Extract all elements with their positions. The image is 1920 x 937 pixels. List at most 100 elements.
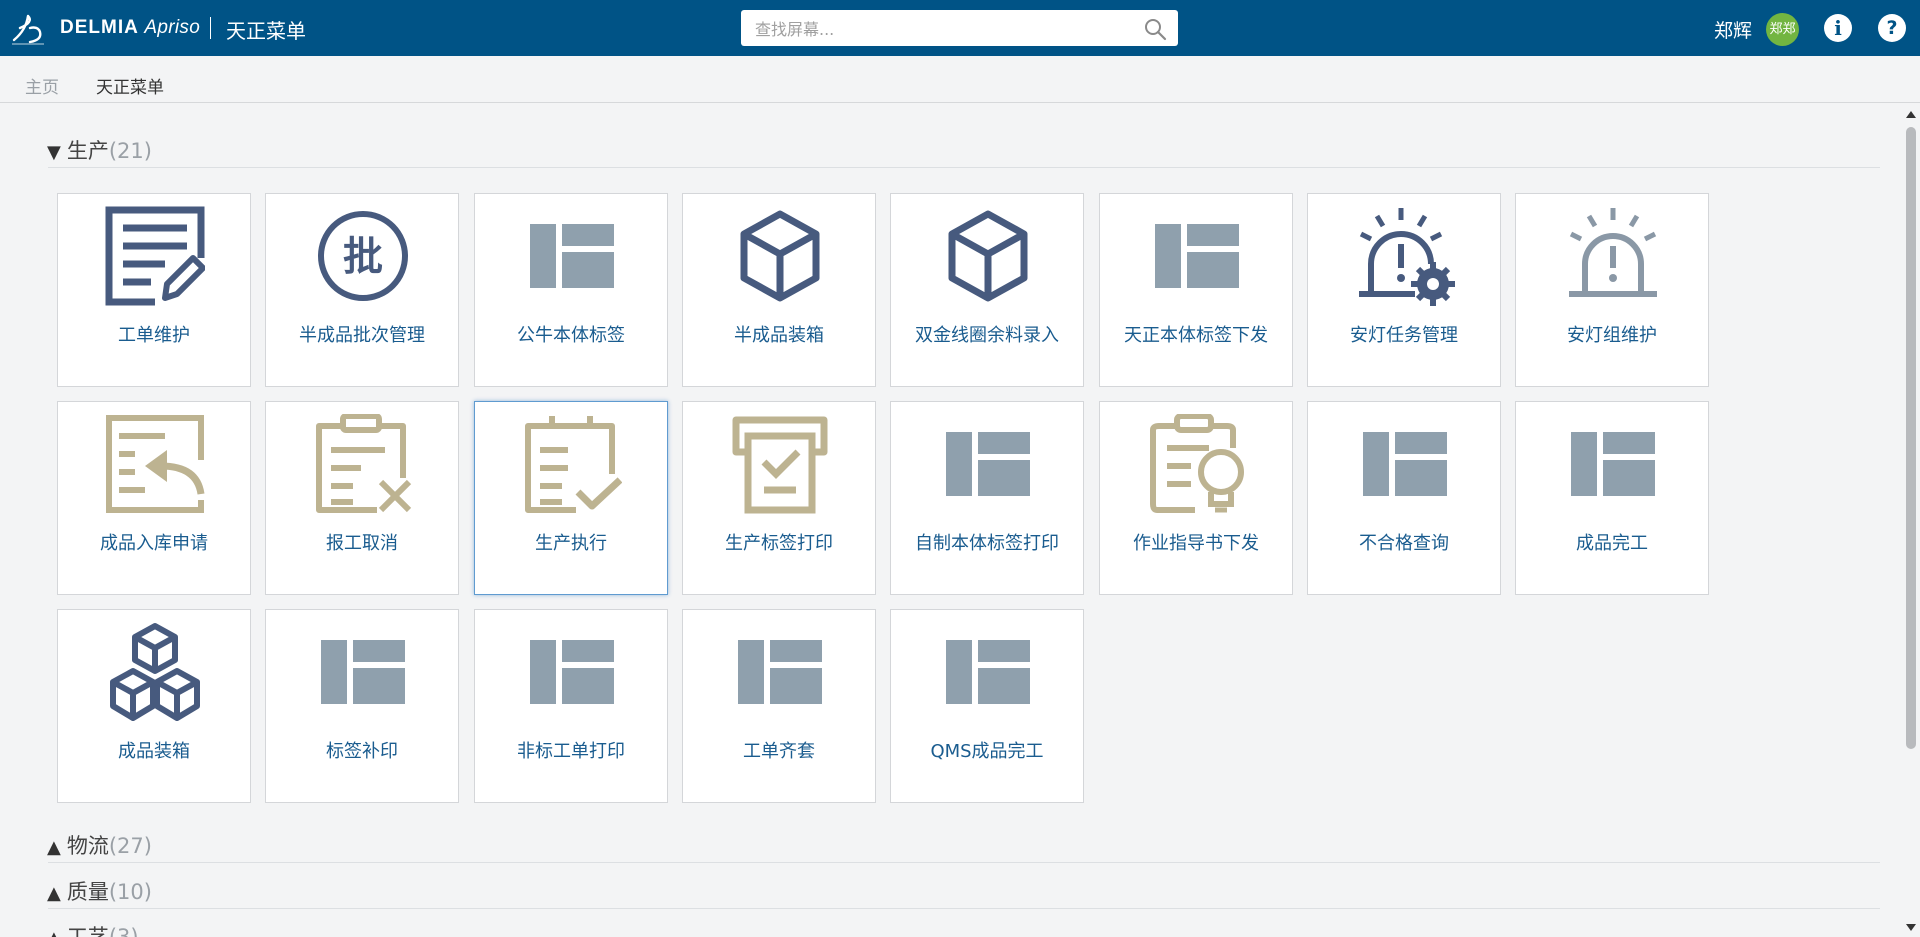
tile-double-gold-coil-entry[interactable]: 双金线圈余料录入: [890, 193, 1084, 387]
tile-semi-batch-management[interactable]: 批 半成品批次管理: [265, 193, 459, 387]
tile-label-reprint[interactable]: 标签补印: [265, 609, 459, 803]
section-count: (21): [108, 139, 152, 163]
tile-label: 报工取消: [326, 533, 398, 554]
tile-andon-task-management[interactable]: 安灯任务管理: [1307, 193, 1501, 387]
user-name[interactable]: 郑辉: [1714, 16, 1752, 43]
stacked-boxes-icon: [110, 623, 200, 721]
layout-panel-icon: [530, 224, 614, 288]
tile-label: 非标工单打印: [517, 741, 625, 762]
tile-label: 双金线圈余料录入: [915, 325, 1059, 346]
tile-label: 安灯组维护: [1567, 325, 1657, 346]
brand-name: DELMIA Apriso: [60, 17, 200, 39]
3ds-logo-icon[interactable]: [8, 10, 48, 46]
tile-nonstandard-order-print[interactable]: 非标工单打印: [474, 609, 668, 803]
layout-panel-icon: [1363, 432, 1447, 496]
clipboard-bulb-icon: [1150, 414, 1244, 513]
section-divider: [48, 167, 1880, 168]
tile-qms-finished-completion[interactable]: QMS成品完工: [890, 609, 1084, 803]
section-count: (10): [108, 880, 152, 904]
tile-label: 作业指导书下发: [1133, 533, 1259, 554]
edit-form-icon: [105, 206, 205, 306]
section-header-production[interactable]: ▼ 生产(21): [47, 135, 152, 165]
info-icon[interactable]: i: [1824, 14, 1852, 42]
scroll-up-icon[interactable]: [1906, 111, 1916, 118]
avatar[interactable]: 郑郑: [1766, 13, 1799, 46]
tile-label: 公牛本体标签: [517, 325, 625, 346]
tab-tianzheng-menu[interactable]: 天正菜单: [96, 73, 164, 107]
section-header-quality[interactable]: ▲ 质量(10): [47, 876, 152, 906]
batch-approve-icon: 批: [318, 211, 408, 301]
brand-light-text: Apriso: [144, 17, 201, 38]
brand-bold-text: DELMIA: [60, 17, 139, 38]
layout-panel-icon: [946, 640, 1030, 704]
section-name: 物流: [66, 834, 109, 858]
layout-panel-icon: [1571, 432, 1655, 496]
layout-panel-icon: [1155, 224, 1239, 288]
tile-nonconformance-query[interactable]: 不合格查询: [1307, 401, 1501, 595]
header-separator: [210, 17, 211, 39]
tile-label: 标签补印: [326, 741, 398, 762]
section-count: (3): [108, 925, 139, 937]
inbound-return-icon: [106, 415, 205, 513]
section-name: 质量: [66, 880, 109, 904]
app-title: 天正菜单: [226, 19, 306, 43]
tile-label: 安灯任务管理: [1350, 325, 1458, 346]
tile-label: 自制本体标签打印: [915, 533, 1059, 554]
tab-home[interactable]: 主页: [25, 73, 59, 98]
tile-production-execution[interactable]: 生产执行: [474, 401, 668, 595]
tile-label: 工单齐套: [743, 741, 815, 762]
tab-bar: 主页 天正菜单: [0, 56, 1920, 107]
andon-alarm-icon: [1569, 208, 1657, 297]
tile-bull-body-label[interactable]: 公牛本体标签: [474, 193, 668, 387]
andon-gear-icon: [1359, 208, 1455, 306]
tile-semi-product-packing[interactable]: 半成品装箱: [682, 193, 876, 387]
box-icon: [740, 210, 820, 302]
tile-label: 成品完工: [1576, 533, 1648, 554]
scroll-thumb[interactable]: [1906, 127, 1916, 749]
tile-report-cancel[interactable]: 报工取消: [265, 401, 459, 595]
svg-text:批: 批: [343, 234, 383, 280]
section-header-logistics[interactable]: ▲ 物流(27): [47, 830, 152, 860]
tile-finished-packing[interactable]: 成品装箱: [57, 609, 251, 803]
tile-andon-group-maintenance[interactable]: 安灯组维护: [1515, 193, 1709, 387]
section-count: (27): [108, 834, 152, 858]
tile-label: QMS成品完工: [930, 741, 1044, 762]
expand-arrow-icon[interactable]: ▲: [47, 837, 61, 858]
collapse-arrow-icon[interactable]: ▼: [47, 142, 61, 163]
search-box: [741, 10, 1178, 46]
tile-label: 不合格查询: [1359, 533, 1449, 554]
vertical-scrollbar[interactable]: [1902, 103, 1920, 937]
tile-label: 工单维护: [118, 325, 190, 346]
search-input[interactable]: [753, 17, 1137, 41]
layout-panel-icon: [321, 640, 405, 704]
tile-production-label-print[interactable]: 生产标签打印: [682, 401, 876, 595]
tile-label: 成品入库申请: [100, 533, 208, 554]
layout-panel-icon: [738, 640, 822, 704]
expand-arrow-icon[interactable]: ▲: [47, 883, 61, 904]
tile-label: 生产标签打印: [725, 533, 833, 554]
layout-panel-icon: [530, 640, 614, 704]
scroll-down-icon[interactable]: [1906, 924, 1916, 931]
tile-work-order-maintenance[interactable]: 工单维护: [57, 193, 251, 387]
tile-work-order-kitting[interactable]: 工单齐套: [682, 609, 876, 803]
tile-label: 天正本体标签下发: [1124, 325, 1268, 346]
tile-finished-completion[interactable]: 成品完工: [1515, 401, 1709, 595]
clipboard-check-icon: [525, 416, 622, 513]
section-name: 工艺: [66, 925, 109, 937]
clipboard-cancel-icon: [316, 414, 412, 513]
box-icon: [948, 210, 1028, 302]
expand-arrow-icon[interactable]: ▲: [47, 928, 61, 937]
search-icon[interactable]: [1143, 17, 1167, 41]
tile-label: 生产执行: [535, 533, 607, 554]
section-header-process[interactable]: ▲ 工艺(3): [47, 921, 139, 937]
menu-content: ▼ 生产(21) 工单维护 批 半成品批次管理 公牛本体标签 半成品装箱 双金线…: [0, 103, 1902, 937]
help-icon[interactable]: ?: [1878, 14, 1906, 42]
tile-label: 半成品装箱: [734, 325, 824, 346]
label-print-icon: [732, 416, 828, 514]
section-divider: [48, 908, 1880, 909]
tile-work-instruction-issue[interactable]: 作业指导书下发: [1099, 401, 1293, 595]
tile-finished-inbound-request[interactable]: 成品入库申请: [57, 401, 251, 595]
section-divider: [48, 862, 1880, 863]
tile-self-made-body-label-print[interactable]: 自制本体标签打印: [890, 401, 1084, 595]
tile-tianzheng-body-label-issue[interactable]: 天正本体标签下发: [1099, 193, 1293, 387]
